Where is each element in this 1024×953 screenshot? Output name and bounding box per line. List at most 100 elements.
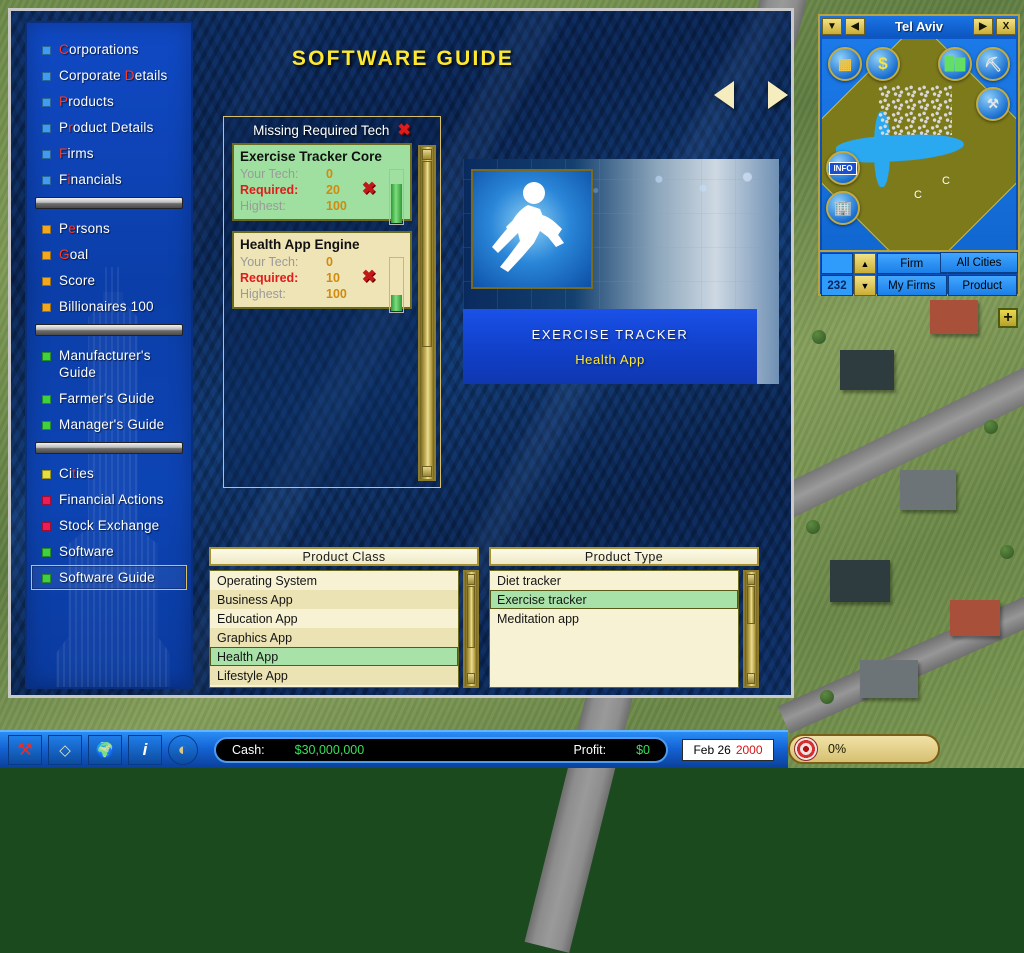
minimap-glyph: ◇ [59, 742, 71, 759]
sidebar-item-farmer-s-guide[interactable]: Farmer's Guide [31, 386, 187, 411]
scrollbar-thumb[interactable] [422, 161, 432, 347]
highest-value: 100 [326, 199, 347, 213]
product-type-scrollbar[interactable] [743, 570, 759, 688]
sidebar-item-software[interactable]: Software [31, 539, 187, 564]
tech-requirement-card[interactable]: Exercise Tracker Core Your Tech: 0 Required… [232, 143, 412, 225]
highest-label: Highest: [240, 199, 286, 213]
sidebar-item-financial-actions[interactable]: Financial Actions [31, 487, 187, 512]
missing-tech-x-icon: ✖ [361, 267, 376, 286]
product-type-row[interactable]: Meditation app [490, 609, 738, 628]
close-icon[interactable]: ✖ [397, 120, 410, 140]
sidebar-item-score[interactable]: Score [31, 268, 187, 293]
scrollbar-up-cap[interactable] [747, 574, 755, 585]
product-class-row[interactable]: Business App [210, 590, 458, 609]
building-icon[interactable]: 🏢 [826, 191, 860, 225]
money-display: Cash: $30,000,000 Profit: $0 [214, 737, 668, 763]
pickaxe-glyph: ⛏ [984, 55, 1002, 72]
product-type-header: Product Type [489, 547, 759, 566]
sidebar-item-firms[interactable]: Firms [31, 141, 187, 166]
goal-progress-pod[interactable]: 0% [788, 734, 940, 764]
contrast-icon[interactable]: ◐ [168, 735, 198, 765]
bullet-icon [42, 46, 51, 55]
info-icon[interactable]: i [128, 735, 162, 765]
date-display: Feb 26 2000 [682, 739, 774, 761]
required-value: 20 [326, 183, 340, 197]
your-tech-label: Your Tech: [240, 255, 299, 269]
product-class-row[interactable]: Health App [210, 647, 458, 666]
bullet-icon [42, 150, 51, 159]
next-city-button[interactable]: ▶ [973, 18, 993, 35]
city-name: Tel Aviv [895, 19, 943, 34]
your-tech-value: 0 [326, 255, 333, 269]
product-type-rows[interactable]: Diet tracker Exercise tracker Meditation a… [489, 570, 739, 688]
info-icon[interactable]: INFO [826, 151, 860, 185]
scrollbar-thumb[interactable] [467, 586, 475, 648]
city-minimap[interactable]: C C ▦ $ ▉▇ ⛏ ⚒ INFO 🏢 [822, 39, 1016, 263]
minimize-button[interactable]: ▼ [822, 18, 842, 35]
pickaxe-icon[interactable]: ⛏ [976, 47, 1010, 81]
my-firms-button[interactable]: My Firms [877, 275, 947, 296]
sidebar-item-label: Billionaires 100 [59, 299, 154, 314]
product-button[interactable]: Product [947, 275, 1017, 296]
sidebar-item-manager-s-guide[interactable]: Manager's Guide [31, 412, 187, 437]
scrollbar-thumb[interactable] [747, 586, 755, 624]
prev-city-button[interactable]: ◀ [845, 18, 865, 35]
date-value: Feb 26 [693, 743, 731, 757]
scrollbar-up-cap[interactable] [467, 574, 475, 585]
highest-row: Highest: 100 [240, 286, 404, 302]
sidebar-item-billionaires-100[interactable]: Billionaires 100 [31, 294, 187, 319]
tech-scrollbar[interactable] [418, 145, 436, 481]
missing-required-tech-panel: Missing Required Tech ✖ Exercise Tracker… [223, 116, 441, 488]
product-class-rows[interactable]: Operating System Business App Education Ap… [209, 570, 459, 688]
tools-icon[interactable]: ⚒ [8, 735, 42, 765]
sidebar-item-persons[interactable]: Persons [31, 216, 187, 241]
globe-icon[interactable]: 🌍 [88, 735, 122, 765]
product-class-row[interactable]: Operating System [210, 571, 458, 590]
add-button[interactable]: + [998, 308, 1018, 328]
sidebar-item-financials[interactable]: Financials [31, 167, 187, 192]
sidebar-item-corporations[interactable]: Corporations [31, 37, 187, 62]
product-class-scrollbar[interactable] [463, 570, 479, 688]
sidebar-item-label: Products [59, 94, 114, 109]
building [950, 600, 1000, 636]
sidebar-item-manufacturer-s-guide[interactable]: Manufacturer's Guide [31, 343, 187, 385]
sidebar-item-label: Farmer's Guide [59, 391, 155, 406]
next-page-arrow-icon[interactable] [768, 81, 788, 109]
dollar-farm-icon[interactable]: $ [866, 47, 900, 81]
your-tech-row: Your Tech: 0 [240, 254, 404, 270]
firm-button[interactable]: Firm [877, 253, 947, 274]
sidebar-item-cities[interactable]: Cities [31, 461, 187, 486]
scrollbar-down-cap[interactable] [422, 466, 432, 477]
info-glyph: i [142, 740, 148, 759]
minimap-icon[interactable]: ◇ [48, 735, 82, 765]
product-class-row[interactable]: Lifestyle App [210, 666, 458, 685]
bullet-icon [42, 176, 51, 185]
bar-chart-icon[interactable]: ▉▇ [938, 47, 972, 81]
scrollbar-down-cap[interactable] [467, 673, 475, 684]
all-cities-button[interactable]: All Cities [940, 252, 1018, 273]
product-class-listbox: Product Class Operating System Business A… [209, 547, 479, 688]
sidebar-item-goal[interactable]: Goal [31, 242, 187, 267]
wrench-icon[interactable]: ⚒ [976, 87, 1010, 121]
product-type-row[interactable]: Exercise tracker [490, 590, 738, 609]
sidebar-item-products[interactable]: Products [31, 89, 187, 114]
sidebar-item-corporate-details[interactable]: Corporate Details [31, 63, 187, 88]
scrollbar-down-cap[interactable] [747, 673, 755, 684]
close-button[interactable]: X [996, 18, 1016, 35]
tech-requirement-card[interactable]: Health App Engine Your Tech: 0 Required: 10 H… [232, 231, 412, 313]
product-class-row[interactable]: Graphics App [210, 628, 458, 647]
dollar-glyph: $ [878, 54, 888, 73]
sidebar-item-product-details[interactable]: Product Details [31, 115, 187, 140]
sidebar-item-stock-exchange[interactable]: Stock Exchange [31, 513, 187, 538]
product-class-row[interactable]: Education App [210, 609, 458, 628]
product-type-row[interactable]: Diet tracker [490, 571, 738, 590]
highest-row: Highest: 100 [240, 198, 404, 214]
sidebar-item-software-guide[interactable]: Software Guide [31, 565, 187, 590]
prev-page-arrow-icon[interactable] [714, 81, 734, 109]
software-guide-window: Corporations Corporate Details Products Pro… [8, 8, 794, 698]
counter-up-arrow[interactable]: ▲ [854, 253, 876, 274]
counter-down-arrow[interactable]: ▼ [854, 275, 876, 296]
wrench-glyph: ⚒ [987, 96, 999, 111]
scrollbar-up-cap[interactable] [422, 149, 432, 160]
city-buildings-icon[interactable]: ▦ [828, 47, 862, 81]
